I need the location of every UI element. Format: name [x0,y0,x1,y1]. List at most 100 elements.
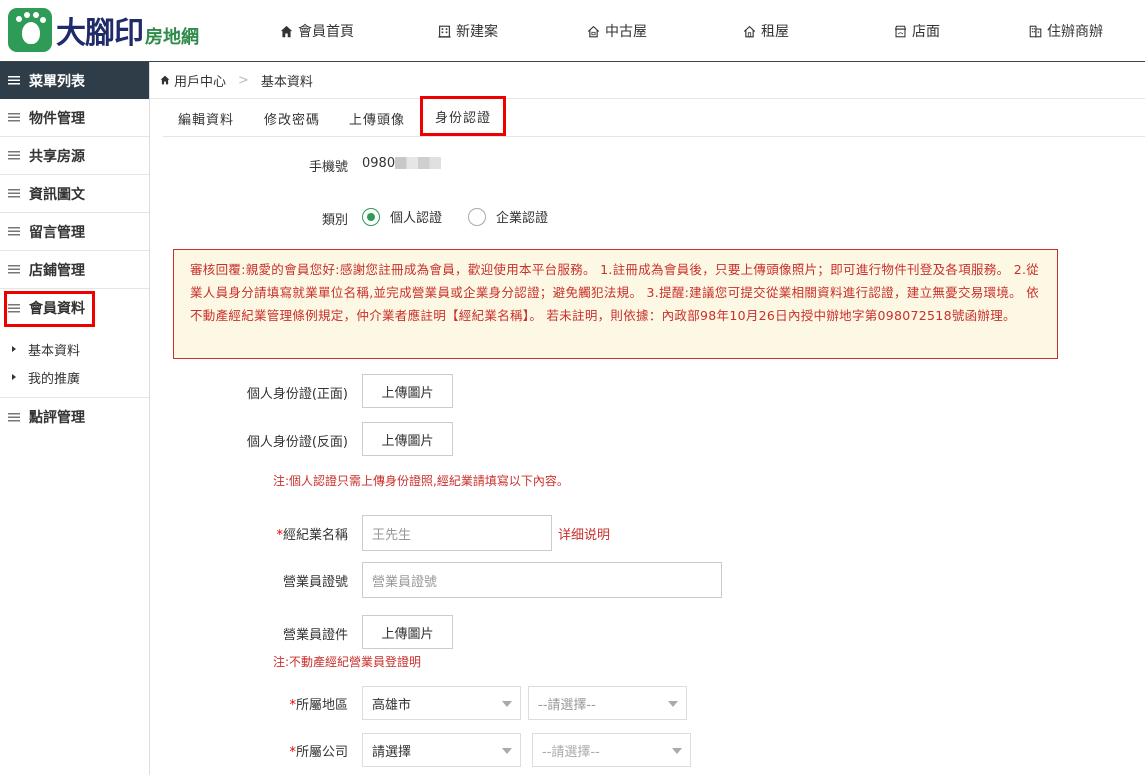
tab-upload-avatar[interactable]: 上傳頭像 [349,99,405,137]
list-icon [8,265,20,274]
region-label: *所屬地區 [289,698,348,713]
nav-rentals[interactable]: 租屋 [743,0,789,62]
tab-identity-verification[interactable]: 身份認證 [420,96,507,136]
company-select[interactable]: 請選擇 [362,733,521,767]
sidebar-item-shared-listings[interactable]: 共享房源 [0,137,149,175]
tab-edit-profile[interactable]: 編輯資料 [178,99,234,137]
company-label: *所屬公司 [289,745,348,760]
district-select[interactable]: --請選擇-- [528,686,687,720]
house-icon [743,25,756,37]
sidebar-item-label: 點評管理 [29,410,85,426]
office-icon [1029,25,1042,37]
select-value: --請選擇-- [538,697,596,713]
agent-doc-note: 注:不動產經紀營業員登證明 [273,655,422,669]
breadcrumb: 用戶中心 > 基本資料 [150,62,1145,99]
select-value: 高雄市 [372,697,412,713]
submenu-basic-info[interactable]: 基本資料 [0,335,149,363]
sidebar-item-reviews[interactable]: 點評管理 [0,398,149,436]
upload-id-back-button[interactable]: 上傳圖片 [362,422,453,456]
category-label: 類別 [321,213,348,228]
sidebar-item-label: 共享房源 [29,148,85,165]
sidebar-item-member-info[interactable]: 會員資料 [0,289,149,327]
agent-id-input[interactable]: 營業員證號 [362,562,722,598]
list-icon [8,151,20,160]
sidebar-header: 菜單列表 [0,62,149,99]
list-icon [8,412,20,422]
select-value: 請選擇 [372,744,412,760]
radio-personal[interactable]: 個人認證 [362,207,442,226]
chevron-down-icon [502,748,512,754]
sidebar-item-label: 資訊圖文 [29,186,85,203]
building-icon [438,25,451,38]
home-icon [280,25,293,37]
profile-tabs: 編輯資料 修改密碼 上傳頭像 身份認證 [163,96,1145,137]
breadcrumb-current: 基本資料 [260,74,313,90]
submenu-label: 基本資料 [28,343,81,359]
caret-right-icon [12,374,16,380]
city-select[interactable]: 高雄市 [362,686,521,720]
select-value: --請選擇-- [542,744,600,760]
main-nav: 會員首頁 新建案 中古屋 租屋 店面 住辦商辦 [260,0,1145,62]
sidebar: 菜單列表 物件管理 共享房源 資訊圖文 留言管理 店鋪管理 會員資料 基本資料 … [0,62,150,775]
brokerage-label: *經紀業名稱 [276,528,348,543]
nav-label: 會員首頁 [298,24,354,40]
list-icon [8,189,20,198]
caret-right-icon [12,346,16,352]
tab-change-password[interactable]: 修改密碼 [264,99,320,137]
nav-label: 租屋 [761,24,789,40]
phone-value: 0980 [362,156,396,171]
radio-label: 個人認證 [390,211,443,226]
nav-label: 店面 [912,24,940,40]
details-link[interactable]: 详细说明 [558,524,610,543]
submenu-label: 我的推廣 [28,371,81,387]
upload-id-front-button[interactable]: 上傳圖片 [362,374,453,408]
top-header: 大腳印 房地網 會員首頁 新建案 中古屋 租屋 店面 住辦商辦 [0,0,1145,62]
house-icon [587,25,600,37]
chevron-down-icon [502,701,512,707]
logo-sub-text: 房地網 [145,27,199,48]
agent-id-label: 營業員證號 [282,575,348,590]
radio-label: 企業認證 [496,211,549,226]
redacted-mask [395,157,441,169]
phone-label: 手機號 [308,160,348,175]
id-note: 注:個人認證只需上傳身份證照,經紀業請填寫以下內容。 [273,474,569,488]
branch-select[interactable]: --請選擇-- [532,733,691,767]
red-highlight-box [4,291,95,327]
list-icon [8,113,20,122]
id-front-label: 個人身份證(正面) [246,387,348,402]
logo-main-text: 大腳印 [56,16,144,51]
nav-member-home[interactable]: 會員首頁 [280,0,354,62]
nav-storefronts[interactable]: 店面 [894,0,940,62]
upload-agent-doc-button[interactable]: 上傳圖片 [362,615,453,649]
sidebar-item-store[interactable]: 店鋪管理 [0,251,149,289]
chevron-down-icon [672,748,682,754]
shop-icon [894,25,907,37]
site-logo[interactable]: 大腳印 房地網 [8,8,199,52]
radio-company[interactable]: 企業認證 [468,207,548,226]
home-icon [160,75,170,85]
nav-offices[interactable]: 住辦商辦 [1029,0,1103,62]
review-notice: 審核回覆:親愛的會員您好:感謝您註冊成為會員，歡迎使用本平台服務。 1.註冊成為… [173,249,1058,359]
chevron-right-icon: > [238,72,249,88]
submenu-my-promotion[interactable]: 我的推廣 [0,363,149,391]
nav-used-homes[interactable]: 中古屋 [587,0,647,62]
sidebar-item-label: 留言管理 [29,224,85,241]
radio-checked-icon [362,207,380,226]
radio-unchecked-icon [468,207,486,226]
agent-doc-label: 營業員證件 [282,628,348,643]
nav-label: 中古屋 [605,24,647,40]
sidebar-item-label: 物件管理 [29,110,85,127]
list-icon [8,227,20,236]
sidebar-item-listings[interactable]: 物件管理 [0,99,149,137]
brokerage-input[interactable]: 王先生 [362,515,552,551]
sidebar-item-messages[interactable]: 留言管理 [0,213,149,251]
chevron-down-icon [668,701,678,707]
nav-new-projects[interactable]: 新建案 [438,0,498,62]
sidebar-item-label: 店鋪管理 [29,262,85,279]
list-icon [8,76,20,85]
id-back-label: 個人身份證(反面) [246,435,348,450]
footprint-logo-icon [8,8,52,52]
sidebar-item-articles[interactable]: 資訊圖文 [0,175,149,213]
sidebar-title: 菜單列表 [29,73,85,90]
breadcrumb-home-link[interactable]: 用戶中心 [174,71,226,90]
